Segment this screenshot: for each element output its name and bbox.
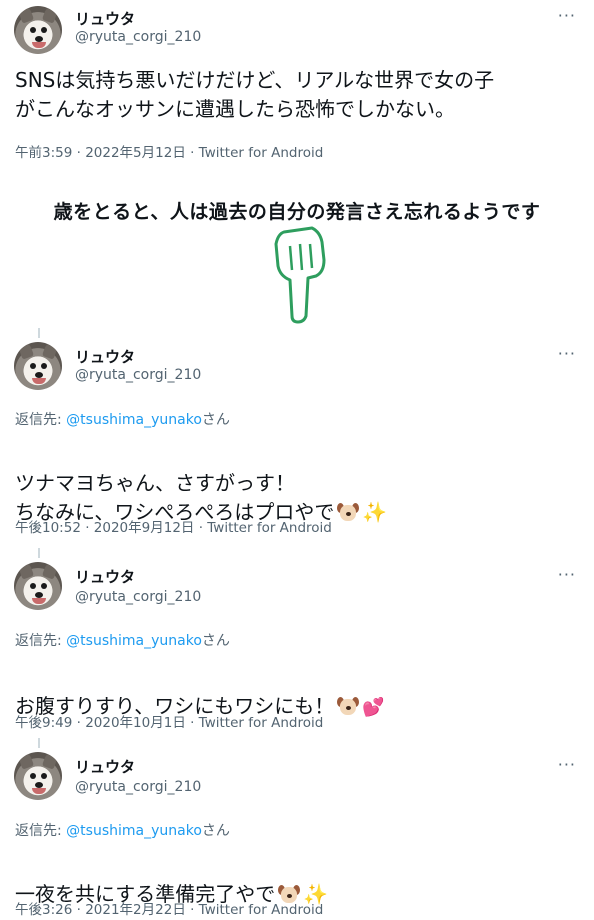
pointing-down-hand-icon [274, 226, 326, 324]
author-name[interactable]: リュウタ [75, 756, 135, 777]
avatar[interactable] [14, 562, 62, 610]
more-options-icon[interactable]: ··· [558, 565, 576, 584]
tweet-timestamp[interactable]: 午前3:59 · 2022年5月12日 · Twitter for Androi… [15, 141, 323, 161]
mention-link[interactable]: @tsushima_yunako [66, 823, 202, 839]
mention-link[interactable]: @tsushima_yunako [66, 412, 202, 428]
tweet-text: ツナマヨちゃん、さすがっす！ ちなみに、ワシぺろぺろはプロやで ✨ [15, 440, 387, 527]
dog-face-icon [337, 502, 360, 522]
reply-suffix: さん [201, 633, 230, 649]
author-name[interactable]: リュウタ [75, 8, 135, 29]
reply-tweet: リュウタ @ryuta_corgi_210 ··· 返信先: @tsushima… [0, 328, 594, 540]
reply-prefix: 返信先: [15, 412, 67, 428]
avatar[interactable] [14, 342, 62, 390]
reply-tweet: リュウタ @ryuta_corgi_210 ··· 返信先: @tsushima… [0, 738, 594, 920]
reply-context: 返信先: @tsushima_yunakoさん [15, 820, 230, 840]
more-options-icon[interactable]: ··· [558, 755, 576, 774]
dog-face-icon [337, 696, 360, 716]
tweet-text: SNSは気持ち悪いだけだけど、リアルな世界で女の子 がこんなオッサンに遭遇したら… [15, 68, 495, 121]
two-hearts-icon: 💕 [362, 697, 385, 718]
sparkles-icon: ✨ [362, 500, 388, 524]
thread-connector [38, 738, 40, 748]
reply-context: 返信先: @tsushima_yunakoさん [15, 630, 230, 650]
author-handle[interactable]: @ryuta_corgi_210 [75, 367, 201, 383]
avatar[interactable] [14, 6, 62, 54]
author-name[interactable]: リュウタ [75, 566, 135, 587]
author-name[interactable]: リュウタ [75, 346, 135, 367]
more-options-icon[interactable]: ··· [558, 6, 576, 25]
reply-suffix: さん [201, 823, 230, 839]
mention-link[interactable]: @tsushima_yunako [66, 633, 202, 649]
reply-prefix: 返信先: [15, 633, 67, 649]
overlay-caption: 歳をとると、人は過去の自分の発言さえ忘れるようです [53, 201, 541, 223]
reply-suffix: さん [201, 412, 230, 428]
thread-connector [38, 548, 40, 558]
author-handle[interactable]: @ryuta_corgi_210 [75, 779, 201, 795]
author-handle[interactable]: @ryuta_corgi_210 [75, 589, 201, 605]
author-handle[interactable]: @ryuta_corgi_210 [75, 29, 201, 45]
main-tweet: リュウタ @ryuta_corgi_210 ··· SNSは気持ち悪いだけだけど… [0, 0, 594, 170]
tweet-timestamp[interactable]: 午後10:52 · 2020年9月12日 · Twitter for Andro… [15, 516, 332, 536]
avatar[interactable] [14, 752, 62, 800]
tweet-timestamp[interactable]: 午後9:49 · 2020年10月1日 · Twitter for Androi… [15, 711, 323, 731]
reply-tweet: リュウタ @ryuta_corgi_210 ··· 返信先: @tsushima… [0, 548, 594, 736]
reply-prefix: 返信先: [15, 823, 67, 839]
thread-connector [38, 328, 40, 338]
more-options-icon[interactable]: ··· [558, 344, 576, 363]
reply-context: 返信先: @tsushima_yunakoさん [15, 409, 230, 429]
tweet-timestamp[interactable]: 午後3:26 · 2021年2月22日 · Twitter for Androi… [15, 898, 323, 918]
